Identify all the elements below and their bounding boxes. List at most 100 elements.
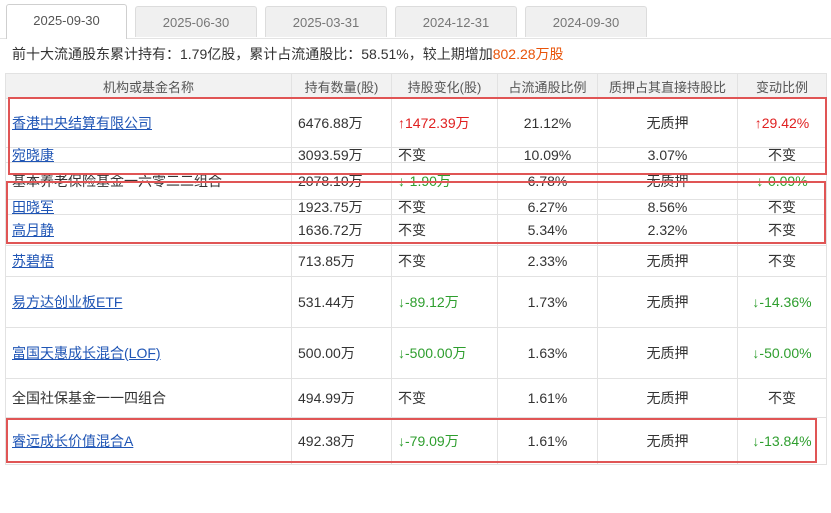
holder-summary: 前十大流通股东累计持有：1.79亿股，累计占流通股比：58.51%，较上期增加8… — [12, 44, 564, 64]
summary-increase: 802.28万股 — [492, 46, 564, 62]
holder-name-link[interactable]: 富国天惠成长混合(LOF) — [12, 345, 161, 361]
ratio-cell-value: 不变 — [768, 147, 796, 163]
change-cell-value: 不变 — [398, 390, 426, 406]
holder-name: 全国社保基金一一四组合 — [12, 390, 166, 406]
holder-name-cell: 高月静 — [5, 214, 292, 246]
pledge-cell: 无质押 — [597, 327, 738, 379]
ratio-cell-value: 不变 — [768, 390, 796, 406]
holders-table: 机构或基金名称 持有数量(股) 持股变化(股) 占流通股比例 质押占其直接持股比… — [5, 73, 827, 465]
col-name: 机构或基金名称 — [5, 73, 292, 99]
tab-2024-12-31[interactable]: 2024-12-31 — [395, 6, 517, 37]
qty-cell: 713.85万 — [291, 245, 392, 277]
pct-cell: 21.12% — [497, 98, 598, 148]
ratio-cell-value: -0.09% — [763, 173, 808, 189]
holder-name-cell: 全国社保基金一一四组合 — [5, 378, 292, 418]
holder-name-cell: 易方达创业板ETF — [5, 276, 292, 328]
pct-cell: 1.73% — [497, 276, 598, 328]
holder-name-cell: 富国天惠成长混合(LOF) — [5, 327, 292, 379]
change-cell-value: -89.12万 — [405, 294, 459, 310]
col-qty: 持有数量(股) — [291, 73, 392, 99]
pct-cell: 1.63% — [497, 327, 598, 379]
arrow-down-icon: ↓ — [398, 294, 405, 310]
holder-name-link[interactable]: 易方达创业板ETF — [12, 294, 122, 310]
ratio-cell: ↓-14.36% — [737, 276, 827, 328]
holder-name-link[interactable]: 苏碧梧 — [12, 253, 54, 269]
pledge-cell: 无质押 — [597, 378, 738, 418]
tab-2025-09-30[interactable]: 2025-09-30 — [6, 4, 127, 39]
ratio-cell: 不变 — [737, 147, 827, 163]
ratio-cell-value: -14.36% — [759, 294, 812, 310]
change-cell-value: 不变 — [398, 253, 426, 269]
change-cell-value: 不变 — [398, 222, 426, 238]
holder-name-cell: 苏碧梧 — [5, 245, 292, 277]
pledge-cell: 无质押 — [597, 245, 738, 277]
ratio-cell: ↑29.42% — [737, 98, 827, 148]
ratio-cell: 不变 — [737, 245, 827, 277]
change-cell-value: 1472.39万 — [405, 115, 470, 131]
pledge-cell: 3.07% — [597, 147, 738, 163]
holder-name-link[interactable]: 田晓军 — [12, 201, 54, 214]
summary-ratio: 58.51% — [361, 46, 409, 62]
change-cell-value: -500.00万 — [405, 345, 467, 361]
holder-name-link[interactable]: 宛晓康 — [12, 149, 54, 162]
change-cell: 不变 — [391, 199, 498, 215]
qty-cell: 492.38万 — [291, 417, 392, 465]
pct-cell: 5.34% — [497, 214, 598, 246]
col-ratio: 变动比例 — [737, 73, 827, 99]
ratio-cell-value: 29.42% — [761, 115, 810, 131]
period-tabs: 2025-09-30 2025-06-30 2025-03-31 2024-12… — [0, 0, 831, 39]
summary-mid2: ，较上期增加 — [408, 46, 493, 62]
table-header: 机构或基金名称 持有数量(股) 持股变化(股) 占流通股比例 质押占其直接持股比… — [5, 73, 827, 99]
pct-cell: 1.61% — [497, 378, 598, 418]
ratio-cell-value: -13.84% — [759, 433, 812, 449]
change-cell: ↓-500.00万 — [391, 327, 498, 379]
qty-cell: 2078.10万 — [291, 162, 392, 200]
table-row: 宛晓康 3093.59万 不变 10.09% 3.07% 不变 — [5, 147, 827, 163]
pledge-cell: 无质押 — [597, 417, 738, 465]
qty-cell: 531.44万 — [291, 276, 392, 328]
table-row: 苏碧梧 713.85万 不变 2.33% 无质押 不变 — [5, 245, 827, 277]
table-row: 基本养老保险基金一六零二二组合 2078.10万 ↓-1.90万 6.78% 无质押 ↓-… — [5, 162, 827, 200]
tab-2025-06-30[interactable]: 2025-06-30 — [135, 6, 257, 37]
ratio-cell: 不变 — [737, 378, 827, 418]
summary-holding: 1.79亿股 — [180, 46, 236, 62]
ratio-cell-value: -50.00% — [759, 345, 812, 361]
tab-2025-03-31[interactable]: 2025-03-31 — [265, 6, 387, 37]
holder-name-cell: 睿远成长价值混合A — [5, 417, 292, 465]
holder-name-link[interactable]: 香港中央结算有限公司 — [12, 115, 152, 131]
qty-cell: 6476.88万 — [291, 98, 392, 148]
col-pct: 占流通股比例 — [497, 73, 598, 99]
holder-name: 基本养老保险基金一六零二二组合 — [12, 173, 222, 189]
change-cell-value: 不变 — [398, 147, 426, 163]
change-cell: ↓-1.90万 — [391, 162, 498, 200]
arrow-up-icon: ↑ — [754, 115, 762, 131]
ratio-cell-value: 不变 — [768, 253, 796, 269]
table-row: 睿远成长价值混合A 492.38万 ↓-79.09万 1.61% 无质押 ↓-13.84% — [5, 417, 827, 465]
holder-name-link[interactable]: 睿远成长价值混合A — [12, 433, 133, 449]
holder-name-cell: 宛晓康 — [5, 147, 292, 163]
change-cell: 不变 — [391, 214, 498, 246]
qty-cell: 494.99万 — [291, 378, 392, 418]
qty-cell: 1636.72万 — [291, 214, 392, 246]
pct-cell: 6.78% — [497, 162, 598, 200]
ratio-cell: ↓-50.00% — [737, 327, 827, 379]
holder-name-link[interactable]: 高月静 — [12, 222, 54, 238]
table-row: 田晓军 1923.75万 不变 6.27% 8.56% 不变 — [5, 199, 827, 215]
ratio-cell-value: 不变 — [768, 222, 796, 238]
holder-name-cell: 基本养老保险基金一六零二二组合 — [5, 162, 292, 200]
change-cell-value: -79.09万 — [405, 433, 459, 449]
ratio-cell-value: 不变 — [768, 199, 796, 215]
table-row: 富国天惠成长混合(LOF) 500.00万 ↓-500.00万 1.63% 无质押 ↓-5… — [5, 327, 827, 379]
tab-2024-09-30[interactable]: 2024-09-30 — [525, 6, 647, 37]
pledge-cell: 2.32% — [597, 214, 738, 246]
arrow-down-icon: ↓ — [398, 173, 405, 189]
ratio-cell: 不变 — [737, 214, 827, 246]
holder-name-cell: 香港中央结算有限公司 — [5, 98, 292, 148]
qty-cell: 1923.75万 — [291, 199, 392, 215]
pledge-cell: 8.56% — [597, 199, 738, 215]
holder-name-cell: 田晓军 — [5, 199, 292, 215]
ratio-cell: ↓-13.84% — [737, 417, 827, 465]
qty-cell: 3093.59万 — [291, 147, 392, 163]
change-cell: ↓-89.12万 — [391, 276, 498, 328]
pct-cell: 2.33% — [497, 245, 598, 277]
